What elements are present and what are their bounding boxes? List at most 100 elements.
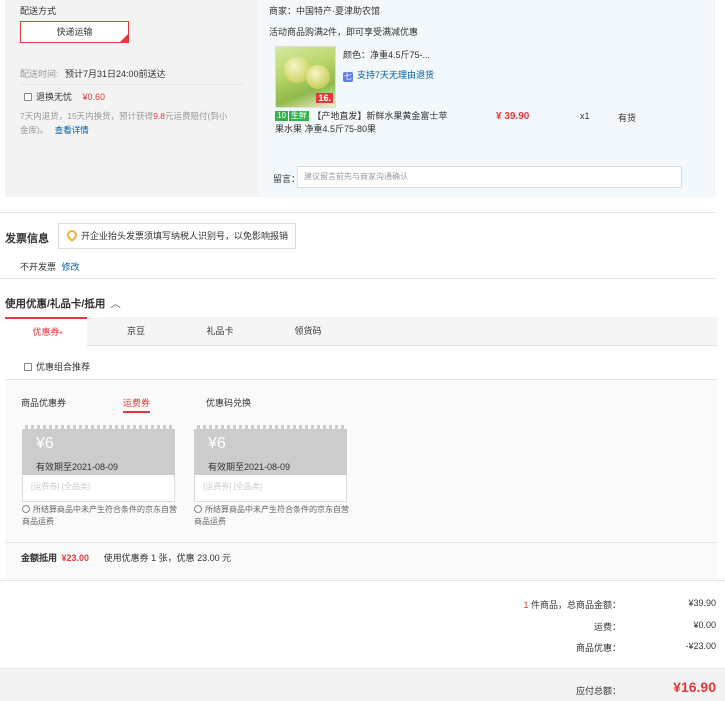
insurance-label: 退换无忧 [36,92,73,102]
insurance-price: ¥0.60 [82,92,106,102]
radio-icon [22,505,30,513]
tab-label: 优惠券 [32,327,60,337]
tab-coupons[interactable]: 优惠券 * [5,317,87,347]
invoice-title: 发票信息 [5,233,49,245]
divider [0,580,725,581]
coupon-amount: ¥6 [208,435,226,452]
selected-corner-icon [120,34,128,42]
seller-name[interactable]: 中国特产·夏津助农馆 [296,6,380,16]
divider [20,84,245,85]
goods-total: ¥39.90 [688,598,716,608]
seller-header: 商家：中国特产·夏津助农馆 [269,4,380,17]
location-pin-icon [64,227,80,243]
totals-goods-label: 1 件商品，总商品金额： [421,598,621,611]
message-label: 留言： [273,174,301,184]
coupon-expiry: 有效期至2021-08-09 [36,462,119,472]
coupon-amount: ¥6 [36,435,54,452]
discount-summary: 金额抵用 ¥23.00 使用优惠券 1 张，优惠 23.00 元 [21,551,231,564]
insurance-checkbox[interactable] [24,93,32,101]
coupon-combo-label: 优惠组合推荐 [36,362,91,372]
divider [0,278,716,279]
seller-label: 商家： [269,6,297,16]
coupon-note-text: 所结算商品中未产生符合条件的京东自营商品运费 [22,505,177,526]
invoice-status: 不开发票 修改 [20,260,80,273]
shipping-title: 配送方式 [20,6,57,16]
coupon-expiry: 有效期至2021-08-09 [208,462,291,472]
subtab-product-coupons[interactable]: 商品优惠券 [21,396,66,409]
product-title-line2: 果水果 净重4.5斤75-80果 [275,124,377,134]
product-quantity: x1 [580,111,590,121]
invoice-edit-link[interactable]: 修改 [62,262,80,272]
product-image[interactable]: 16. [275,46,336,108]
summary-amount: ¥23.00 [61,553,90,563]
coupon-card[interactable]: ¥6 有效期至2021-08-09 [运费券] [全品类] [22,425,175,502]
color-label: 颜色： [343,50,371,60]
insurance-desc-amount: 9.8 [153,111,166,121]
payable-bar: 应付总额： ¥16.90 [0,668,725,701]
invoice-tip: 开企业抬头发票须填写纳税人识别号，以免影响报销 [58,223,296,249]
tab-gift-card[interactable]: 礼品卡 [185,317,255,346]
coupon-card-head: ¥6 有效期至2021-08-09 [194,425,347,475]
shipping-time-value: 预计7月31日24:00前送达 [65,69,166,79]
shipping-section: 配送方式 快递运输 配送时间: 预计7月31日24:00前送达 退换无忧 ¥0.… [5,0,250,197]
zigzag-edge [194,425,347,429]
invoice-tip-text: 开企业抬头发票须填写纳税人识别号，以免影响报销 [81,231,289,241]
tab-pickup-code[interactable]: 领货码 [273,317,343,346]
divider [5,542,717,543]
fresh-badge: 生鲜 [288,111,309,121]
summary-label: 金额抵用 [21,553,58,563]
payable-amount: ¥16.90 [673,679,716,695]
shipping-method-button[interactable]: 快递运输 [20,21,129,43]
coupon-tags: [运费券] [全品类] [194,475,347,502]
discount-tabs: 优惠券 * 京豆 礼品卡 领货码 [5,317,717,347]
shipping-time: 配送时间: 预计7月31日24:00前送达 [20,67,166,80]
summary-detail: 使用优惠券 1 张，优惠 23.00 元 [103,553,232,563]
fresh-prefix-badge: 10 [275,111,288,121]
product-title[interactable]: 10 生鲜 【产地直发】新鲜水果黄金富士苹 果水果 净重4.5斤75-80果 [275,110,465,136]
seller-section: 商家：中国特产·夏津助农馆 活动商品购满2件，即可享受满减优惠 16. 颜色：净… [259,0,716,197]
insurance-desc-text-3: 金库)。 [20,125,49,135]
subtab-freight-coupons[interactable]: 运费券 [123,396,151,413]
apple-shape [306,65,330,89]
totals-discount-row: 商品优惠： -¥23.00 [0,641,725,653]
coupon-note-text: 所结算商品中未产生符合条件的京东自营商品运费 [194,505,349,526]
coupon-combo-checkbox[interactable] [24,363,32,371]
discount-title-text: 使用优惠/礼品卡/抵用 [5,298,106,310]
subtab-code-redeem[interactable]: 优惠码兑换 [206,396,251,409]
insurance-details-link[interactable]: 查看详情 [55,125,89,135]
tab-label: 领货码 [294,326,322,336]
tab-label: 京豆 [126,326,145,336]
shipping-time-label: 配送时间: [20,69,59,79]
coupon-combo-option[interactable]: 优惠组合推荐 [24,360,90,373]
seller-promo: 活动商品购满2件，即可享受满减优惠 [269,27,419,37]
invoice-status-text: 不开发票 [20,262,57,272]
star-icon: * [59,330,63,339]
product-stock: 有货 [618,113,637,123]
coupon-card-head: ¥6 有效期至2021-08-09 [22,425,175,475]
message-input[interactable]: 建议留言前先与商家沟通确认 [297,166,682,188]
return-policy-text: 支持7天无理由退货 [357,70,435,80]
shipping-method-label: 快递运输 [56,27,93,37]
discount-label: 商品优惠： [575,643,621,653]
payable-label: 应付总额： [575,686,621,696]
coupon-note: 所结算商品中未产生符合条件的京东自营商品运费 [194,504,354,528]
freight-label: 运费： [593,622,621,632]
totals-freight-row: 运费： ¥0.00 [0,620,725,632]
item-count-suffix: 件商品，总商品金额： [530,600,621,610]
tab-jingdou[interactable]: 京豆 [101,317,171,346]
color-value: 净重4.5斤75-... [370,50,431,60]
radio-icon [194,505,202,513]
insurance-desc-text-2: 元运费赔付(到小 [165,111,228,121]
totals-goods-row: 1 件商品，总商品金额： ¥39.90 [0,598,725,610]
return-policy-icon: 七 [343,72,353,82]
discount-section-title[interactable]: 使用优惠/礼品卡/抵用 ︿ [5,296,121,311]
divider [0,212,716,213]
chevron-up-icon[interactable]: ︿ [110,298,121,310]
zigzag-edge [22,425,175,429]
coupon-combo-panel: 优惠组合推荐 [5,346,717,379]
product-price: ¥ 39.90 [496,111,530,122]
coupon-tags: [运费券] [全品类] [22,475,175,502]
insurance-option[interactable]: 退换无忧 ¥0.60 [24,90,105,103]
coupon-card[interactable]: ¥6 有效期至2021-08-09 [运费券] [全品类] [194,425,347,502]
freight-value: ¥0.00 [693,620,716,630]
